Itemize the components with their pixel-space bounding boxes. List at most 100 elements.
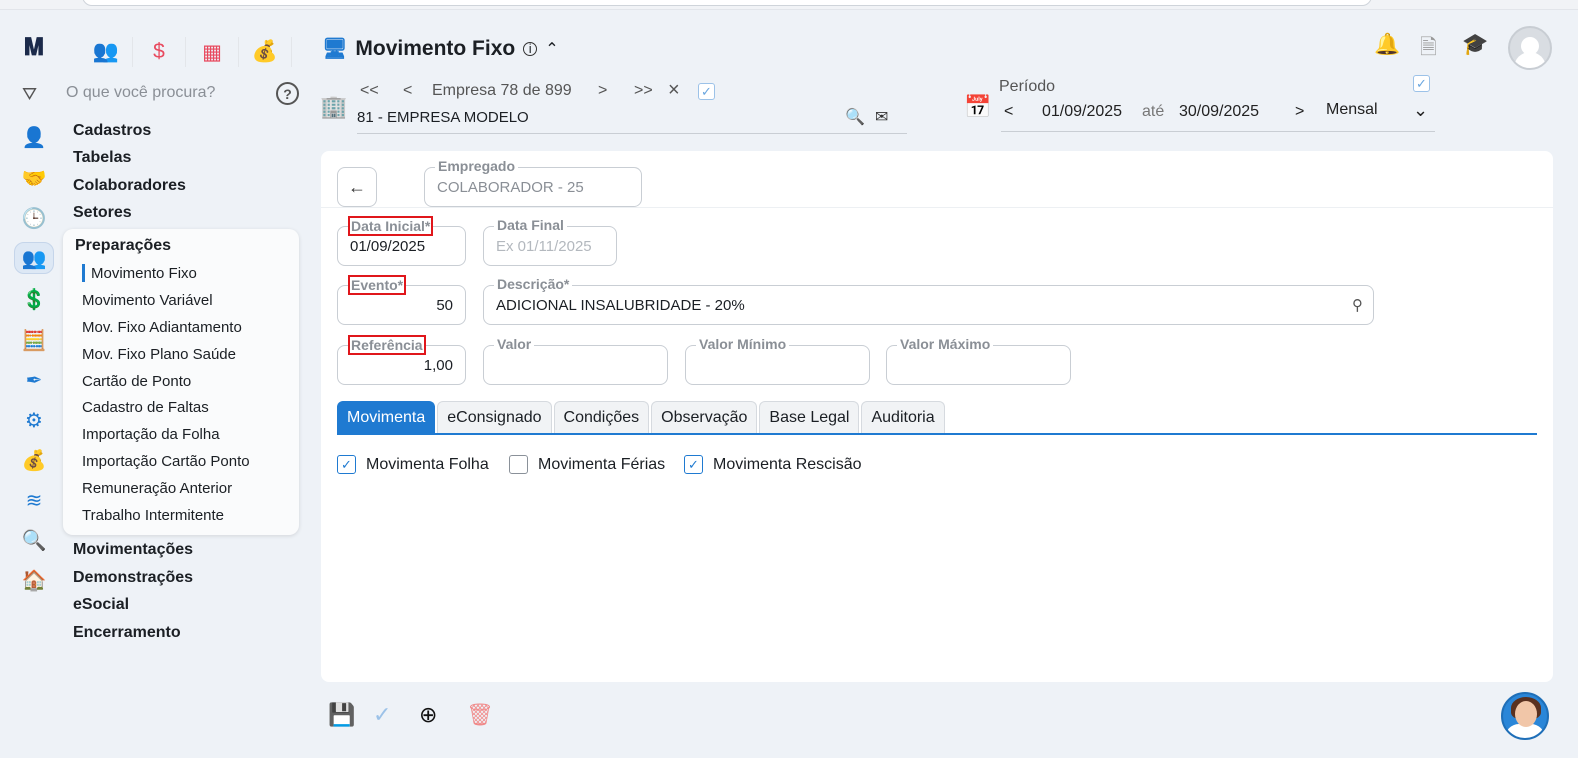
help-icon[interactable]: ?: [276, 82, 299, 105]
trash-icon[interactable]: 🗑: [466, 702, 494, 728]
submenu-item[interactable]: Trabalho Intermitente: [82, 507, 224, 524]
document-search-icon[interactable]: 🗎: [1420, 33, 1437, 68]
tab-econsignado[interactable]: eConsignado: [437, 401, 552, 433]
submenu-item[interactable]: Movimento Variável: [82, 292, 213, 309]
tab-condicoes[interactable]: Condições: [553, 401, 650, 433]
tab-base-legal[interactable]: Base Legal: [759, 401, 860, 433]
money-bag-icon[interactable]: 💰: [14, 444, 54, 476]
back-button[interactable]: ←: [337, 167, 377, 207]
prev-company-button[interactable]: <: [403, 82, 412, 100]
dollar-module-icon[interactable]: $: [133, 35, 185, 69]
next-company-button[interactable]: >: [598, 82, 607, 100]
menu-demonstracoes[interactable]: Demonstrações: [73, 569, 193, 587]
submenu-item-movimento-fixo[interactable]: Movimento Fixo: [91, 265, 197, 282]
menu-movimentacoes[interactable]: Movimentações: [73, 541, 193, 559]
submenu-title[interactable]: Preparações: [75, 237, 171, 255]
handshake-icon[interactable]: 🤝: [14, 162, 54, 194]
submenu-item[interactable]: Importação da Folha: [82, 426, 220, 443]
period-checkbox[interactable]: ✓: [1413, 75, 1430, 92]
calculator-module-icon[interactable]: ▦: [186, 35, 238, 69]
assistant-avatar[interactable]: [1501, 692, 1549, 740]
menu-setores[interactable]: Setores: [73, 204, 132, 222]
menu-tabelas[interactable]: Tabelas: [73, 149, 131, 167]
clock-icon[interactable]: 🕒: [14, 202, 54, 234]
add-icon[interactable]: ⊕: [419, 702, 437, 728]
data-final-placeholder: Ex 01/11/2025: [496, 238, 592, 255]
money-bag-module-icon[interactable]: 💰: [239, 35, 291, 69]
tab-observacao[interactable]: Observação: [651, 401, 758, 433]
info-icon[interactable]: i: [523, 41, 538, 56]
clear-company-button[interactable]: ×: [668, 79, 680, 102]
menu-cadastros[interactable]: Cadastros: [73, 122, 151, 140]
pen-tool-icon[interactable]: ✒: [14, 364, 54, 396]
active-indicator: [82, 264, 85, 282]
tab-auditoria[interactable]: Auditoria: [861, 401, 945, 433]
prev-period-button[interactable]: <: [1004, 103, 1013, 121]
submenu-item[interactable]: Cadastro de Faltas: [82, 399, 209, 416]
home-icon[interactable]: 🏠: [14, 564, 54, 596]
submenu-item[interactable]: Cartão de Ponto: [82, 373, 191, 390]
checkbox-checked[interactable]: ✓: [337, 455, 356, 474]
field-label: Evento*: [348, 275, 407, 295]
bell-icon[interactable]: 🔔: [1374, 33, 1400, 57]
dollar-icon[interactable]: 💲: [14, 283, 54, 315]
submenu-item[interactable]: Mov. Fixo Adiantamento: [82, 319, 242, 336]
app-logo-icon[interactable]: 𝐌: [14, 32, 54, 64]
menu-esocial[interactable]: eSocial: [73, 596, 129, 614]
valor-minimo-field[interactable]: Valor Mínimo: [685, 336, 870, 385]
company-filter-checkbox[interactable]: ✓: [698, 83, 715, 100]
menu-colaboradores[interactable]: Colaboradores: [73, 177, 186, 195]
filter-icon[interactable]: ⛛: [22, 84, 37, 105]
layers-icon[interactable]: ≋: [14, 484, 54, 516]
people-icon[interactable]: 👥: [14, 242, 54, 274]
data-final-field[interactable]: Data Final Ex 01/11/2025: [483, 217, 617, 266]
period-start[interactable]: 01/09/2025: [1042, 103, 1122, 121]
chevron-down-icon[interactable]: ⌄: [1413, 100, 1428, 121]
mail-icon[interactable]: ✉: [875, 107, 888, 127]
users-settings-icon[interactable]: 👤: [14, 121, 54, 153]
evento-field[interactable]: Evento* 50: [337, 275, 466, 325]
submenu-item[interactable]: Remuneração Anterior: [82, 480, 232, 497]
valor-field[interactable]: Valor: [483, 336, 668, 385]
magnifier-icon[interactable]: 🔍: [14, 524, 54, 556]
descricao-field[interactable]: Descrição* ADICIONAL INSALUBRIDADE - 20%…: [483, 276, 1374, 325]
address-bar[interactable]: [82, 0, 1372, 6]
checkbox-label: Movimenta Rescisão: [713, 455, 862, 473]
checkbox-checked[interactable]: ✓: [684, 455, 703, 474]
period-end[interactable]: 30/09/2025: [1179, 103, 1259, 121]
submenu-item[interactable]: Importação Cartão Ponto: [82, 453, 250, 470]
people-module-icon[interactable]: 👥: [80, 35, 132, 69]
company-name[interactable]: 81 - EMPRESA MODELO: [357, 109, 529, 126]
search-icon[interactable]: ⚲: [1352, 296, 1363, 314]
calculator-icon[interactable]: 🧮: [14, 324, 54, 356]
checkbox-movimenta-ferias[interactable]: Movimenta Férias: [509, 455, 665, 474]
graduation-cap-icon[interactable]: 🎓: [1462, 33, 1488, 57]
valor-maximo-field[interactable]: Valor Máximo: [886, 336, 1071, 385]
chevron-up-icon[interactable]: ⌃: [545, 39, 558, 59]
checkbox-movimenta-rescisao[interactable]: ✓ Movimenta Rescisão: [684, 455, 862, 474]
period-type-select[interactable]: Mensal: [1326, 101, 1378, 119]
save-icon[interactable]: 💾: [328, 702, 355, 728]
user-avatar[interactable]: [1508, 26, 1552, 70]
page-title-row: 🖥 Movimento Fixo i ⌃: [322, 36, 559, 61]
checkbox-movimenta-folha[interactable]: ✓ Movimenta Folha: [337, 455, 489, 474]
data-inicial-field[interactable]: Data Inicial* 01/09/2025: [337, 216, 466, 266]
submenu-preparacoes: Preparações Movimento Fixo Movimento Var…: [63, 229, 299, 535]
submenu-item[interactable]: Mov. Fixo Plano Saúde: [82, 346, 236, 363]
menu-search-input[interactable]: O que você procura?: [66, 84, 215, 102]
browser-top-strip: [0, 0, 1578, 10]
checkbox-unchecked[interactable]: [509, 455, 528, 474]
next-period-button[interactable]: >: [1295, 103, 1304, 121]
confirm-check-icon[interactable]: ✓: [373, 702, 391, 728]
first-company-button[interactable]: <<: [360, 82, 379, 100]
field-label: Data Inicial*: [348, 216, 434, 236]
checkbox-label: Movimenta Folha: [366, 455, 489, 473]
empregado-field[interactable]: Empregado COLABORADOR - 25: [424, 158, 642, 207]
search-icon[interactable]: 🔍: [845, 107, 865, 127]
menu-encerramento[interactable]: Encerramento: [73, 624, 181, 642]
referencia-field[interactable]: Referência 1,00: [337, 335, 466, 385]
tab-movimenta[interactable]: Movimenta: [337, 401, 436, 433]
gear-network-icon[interactable]: ⚙: [14, 404, 54, 436]
divider: [321, 207, 1553, 208]
last-company-button[interactable]: >>: [634, 82, 653, 100]
